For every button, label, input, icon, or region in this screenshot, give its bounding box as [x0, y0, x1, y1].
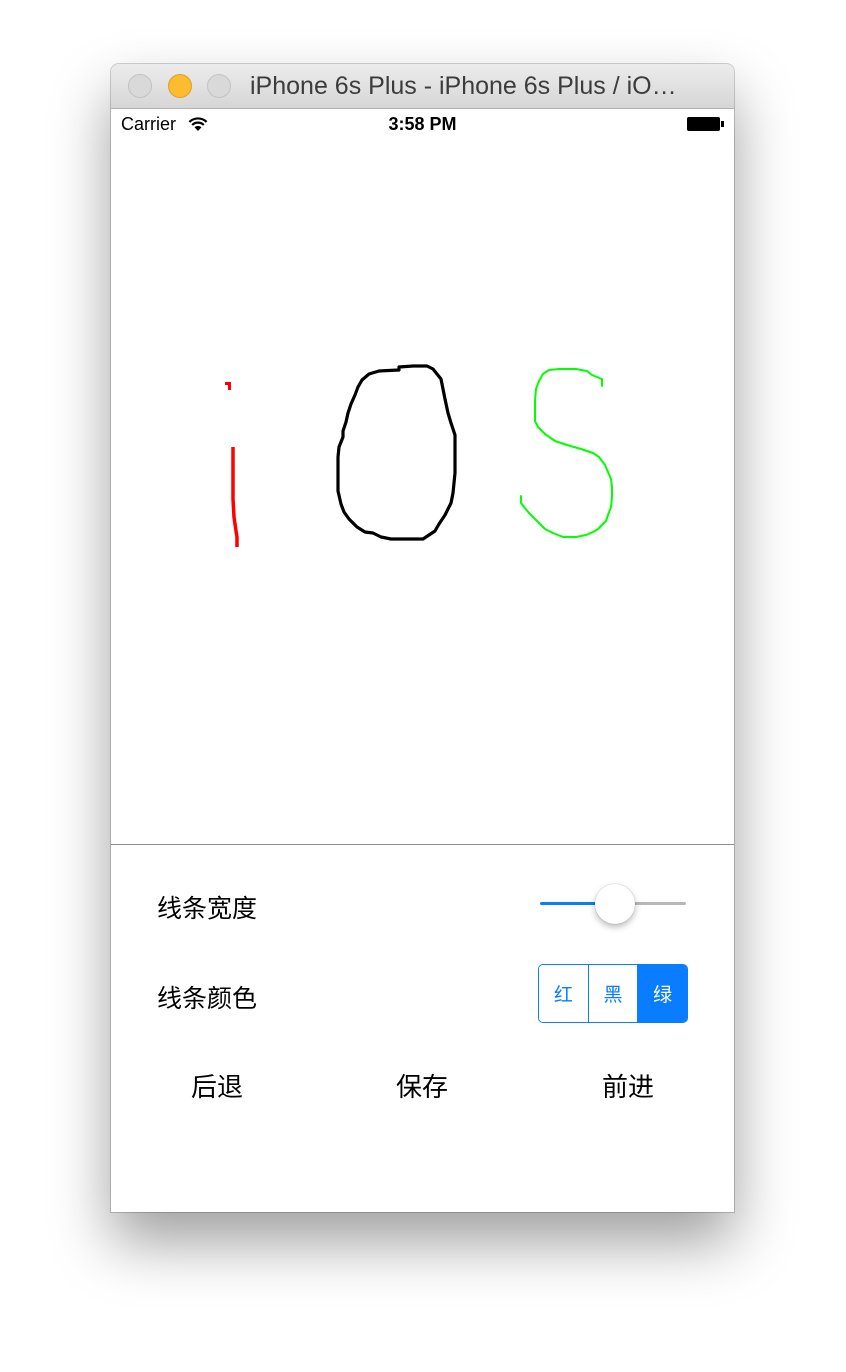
battery-tip: [721, 121, 724, 127]
forward-button[interactable]: 前进: [568, 1067, 688, 1104]
battery-icon: [687, 117, 720, 131]
status-bar: Carrier 3:58 PM: [111, 109, 734, 139]
zoom-window-button[interactable]: [207, 74, 231, 98]
simulator-window: iPhone 6s Plus - iPhone 6s Plus / iO… Ca…: [111, 64, 734, 1212]
drawing-stroke-i: [225, 382, 239, 547]
line-width-slider[interactable]: [540, 884, 686, 924]
drawing-stroke-s: [520, 368, 613, 538]
drawing-canvas[interactable]: [111, 139, 734, 845]
line-color-label: 线条颜色: [157, 984, 258, 1013]
segment-red[interactable]: 红: [539, 965, 588, 1022]
segment-black[interactable]: 黑: [587, 965, 638, 1022]
toolbar-divider: [111, 844, 734, 845]
segment-green[interactable]: 绿: [637, 965, 687, 1022]
phone-screen: Carrier 3:58 PM 线条宽度 线条颜色 红 黑 绿 后退 保存 前进: [111, 109, 734, 1212]
status-time: 3:58 PM: [388, 114, 457, 134]
line-width-label: 线条宽度: [157, 894, 258, 923]
minimize-window-button[interactable]: [168, 74, 192, 98]
back-button[interactable]: 后退: [157, 1067, 277, 1104]
drawing-stroke-o: [336, 364, 457, 541]
slider-thumb[interactable]: [595, 884, 635, 924]
line-color-segmented-control[interactable]: 红 黑 绿: [538, 964, 688, 1023]
close-window-button[interactable]: [128, 74, 152, 98]
save-button[interactable]: 保存: [362, 1067, 482, 1104]
window-title: iPhone 6s Plus - iPhone 6s Plus / iO…: [250, 72, 677, 100]
window-titlebar[interactable]: iPhone 6s Plus - iPhone 6s Plus / iO…: [111, 64, 734, 109]
